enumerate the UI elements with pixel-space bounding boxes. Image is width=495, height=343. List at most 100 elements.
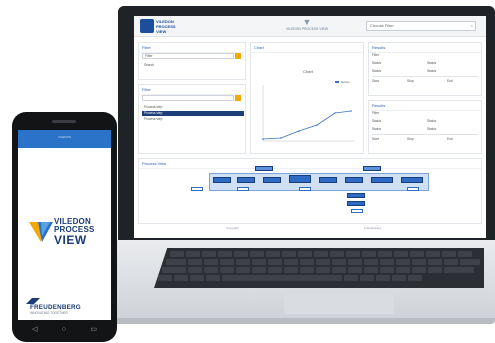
- process-sub-node[interactable]: [351, 209, 363, 213]
- left-panel-bottom: Filter Process step Process step Process…: [138, 84, 246, 154]
- chart-point: [262, 138, 264, 140]
- rp-label: Status: [372, 119, 382, 123]
- rp-label: Start: [372, 79, 379, 83]
- app-header: VILEDON PROCESS VIEW ▼ VILEDON PROCESS V…: [134, 16, 486, 37]
- viledon-v-logo-icon: [29, 222, 53, 242]
- process-sub-node[interactable]: [237, 187, 249, 191]
- chart-subtitle: Chart: [303, 69, 314, 74]
- process-flow-title: Process View: [139, 159, 481, 169]
- line-chart: Chart Series: [262, 69, 355, 142]
- rp-label: Status: [372, 69, 382, 73]
- process-input-node[interactable]: [191, 187, 203, 191]
- chart-point: [350, 110, 352, 112]
- close-icon[interactable]: ×: [471, 22, 473, 30]
- process-node[interactable]: [289, 175, 311, 183]
- process-node[interactable]: [263, 177, 281, 183]
- right-panel-top: Results Filter Status Status Status Stat…: [368, 42, 482, 96]
- chart-series-line: [262, 110, 352, 140]
- process-node[interactable]: [401, 177, 423, 183]
- chart-point: [280, 137, 282, 139]
- freudenberg-mark-icon: [26, 298, 40, 304]
- process-row-3[interactable]: Process step: [142, 117, 244, 122]
- process-node[interactable]: [363, 166, 381, 171]
- process-output-node[interactable]: [407, 187, 419, 191]
- left-panel-top: Filter Filter Search: [138, 42, 246, 80]
- rp-label: Status: [372, 127, 382, 131]
- divider: [372, 76, 478, 77]
- filter-search-button[interactable]: [235, 53, 241, 59]
- laptop-front-edge: [84, 318, 495, 324]
- process-sub-node[interactable]: [299, 187, 311, 191]
- key-row: [170, 251, 472, 257]
- process-node[interactable]: [237, 177, 255, 183]
- process-node[interactable]: [319, 177, 337, 183]
- left-panel-top-title: Filter: [139, 43, 245, 53]
- divider: [372, 134, 478, 135]
- header-search-input[interactable]: Choose Filter ×: [366, 21, 476, 31]
- process-node[interactable]: [213, 177, 231, 183]
- legend-swatch: [335, 81, 339, 83]
- process-row-1[interactable]: Process step: [142, 105, 244, 110]
- process-node[interactable]: [347, 201, 365, 206]
- left-panel-bottom-title: Filter: [139, 85, 245, 95]
- rp-label: Status: [427, 61, 437, 65]
- key-row: [158, 275, 422, 281]
- filter-select[interactable]: [142, 95, 234, 101]
- right-panel-top-title: Results: [369, 43, 481, 53]
- process-node[interactable]: [255, 166, 273, 171]
- back-icon[interactable]: ◁: [32, 326, 37, 334]
- rp-label: Stop: [407, 79, 414, 83]
- process-node[interactable]: [347, 193, 365, 198]
- phone-topbar-label: VILEDON: [57, 135, 72, 139]
- app-logo-text: VILEDON PROCESS VIEW: [54, 218, 110, 247]
- rp-label: Start: [372, 137, 379, 141]
- footer-right-text: Freudenberg: [364, 226, 382, 230]
- filter-input-value: Filter: [145, 54, 153, 58]
- smartphone: VILEDON VILEDON PROCESS VIEW FREUDENBERG…: [12, 112, 117, 342]
- header-search-value: Choose Filter: [370, 23, 394, 28]
- rp-label: Status: [427, 119, 437, 123]
- freudenberg-logo: FREUDENBERG INNOVATING TOGETHER: [26, 298, 102, 315]
- phone-topbar: VILEDON: [18, 130, 111, 148]
- rp-label: Filter: [372, 53, 380, 57]
- filter-input[interactable]: Filter: [142, 53, 234, 59]
- phone-speaker: [52, 120, 76, 123]
- search-row[interactable]: Search: [142, 63, 234, 68]
- company-tagline: INNOVATING TOGETHER: [30, 311, 68, 315]
- keyboard: [154, 248, 484, 288]
- chart-point: [316, 124, 318, 126]
- chart-point: [334, 112, 336, 114]
- viledon-logo-icon[interactable]: [140, 19, 154, 33]
- laptop-base: [84, 240, 495, 330]
- phone-screen: VILEDON VILEDON PROCESS VIEW FREUDENBERG…: [18, 130, 111, 320]
- company-name: FREUDENBERG: [30, 304, 81, 311]
- rp-label: Status: [427, 69, 437, 73]
- logo-line3: VIEW: [54, 233, 87, 247]
- brand-mini-text: VILEDON PROCESS VIEW: [156, 19, 176, 34]
- footer-left-text: Copyright: [226, 226, 239, 230]
- rp-label: Stop: [407, 137, 414, 141]
- home-icon[interactable]: ○: [62, 326, 66, 334]
- trackpad[interactable]: [284, 294, 394, 314]
- header-center-logo: ▼ VILEDON PROCESS VIEW: [284, 18, 330, 34]
- laptop-screen: VILEDON PROCESS VIEW ▼ VILEDON PROCESS V…: [134, 16, 486, 238]
- right-panel-bottom: Results Filter Status Status Status Stat…: [368, 100, 482, 154]
- recent-apps-icon[interactable]: ▭: [90, 326, 97, 334]
- header-center-text: VILEDON PROCESS VIEW: [285, 27, 328, 31]
- rp-label: End: [447, 137, 453, 141]
- rp-label: End: [447, 79, 453, 83]
- phone-nav-bar: ◁ ○ ▭: [32, 326, 97, 334]
- filter-select-button[interactable]: [235, 95, 241, 101]
- process-node[interactable]: [371, 177, 393, 183]
- key-row: [162, 267, 474, 273]
- chart-point: [298, 130, 300, 132]
- process-flow-panel: Process View: [138, 158, 482, 224]
- key-row: [166, 259, 480, 265]
- rp-label: Status: [427, 127, 437, 131]
- process-node[interactable]: [345, 177, 363, 183]
- process-row-2[interactable]: Process step: [142, 111, 244, 116]
- rp-label: Filter: [372, 111, 380, 115]
- rp-label: Status: [372, 61, 382, 65]
- right-panel-bottom-title: Results: [369, 101, 481, 111]
- chart-legend: Series: [341, 80, 350, 84]
